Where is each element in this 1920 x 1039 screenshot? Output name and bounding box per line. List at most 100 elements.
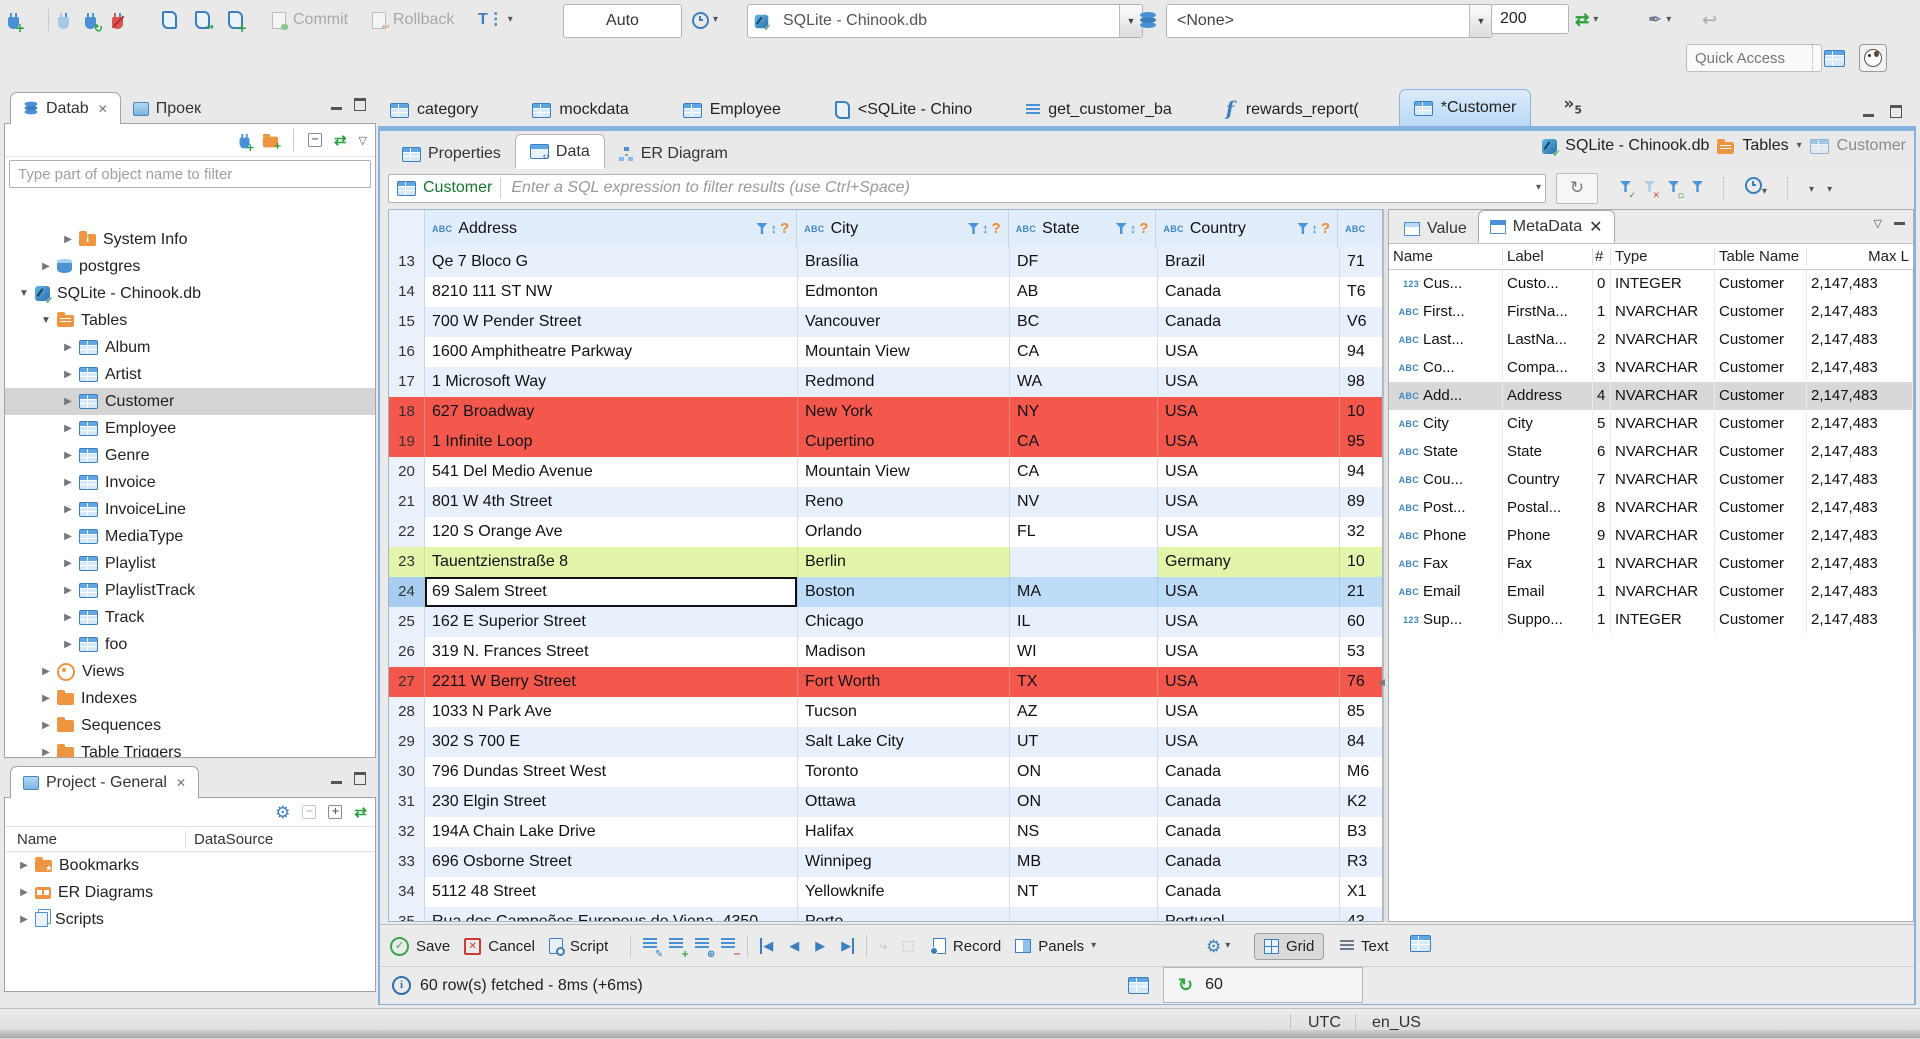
tree-expander-icon[interactable] [61,234,75,245]
cell-address[interactable]: 801 W 4th Street [425,487,798,517]
cell-city[interactable]: New York [798,397,1010,427]
view-settings-button[interactable]: ⚙ ▾ [1206,938,1230,955]
cell-city[interactable]: Porto [798,907,1010,921]
cell-partial[interactable]: 84 [1340,727,1382,757]
fetch-next-button[interactable]: ▾ [1827,179,1832,197]
cell-country[interactable]: USA [1158,487,1340,517]
grid-row[interactable]: 35 Rua dos Campeões Europeus de Viena, 4… [389,907,1382,921]
breadcrumb-container[interactable]: Tables [1742,137,1788,155]
tree-item[interactable]: Playlist [5,550,375,577]
cell-address[interactable]: 700 W Pender Street [425,307,798,337]
tree-expander-icon[interactable] [17,914,31,925]
column-header-datasource[interactable]: DataSource [186,831,273,848]
metadata-row[interactable]: ABC Post... Postal... 8 NVARCHAR Customer… [1389,494,1913,522]
tree-expander-icon[interactable] [61,342,75,353]
fetch-size-input[interactable] [1491,4,1569,34]
apply-filter-icon[interactable]: ✓ [1620,179,1636,201]
previous-row-icon[interactable]: ◀ [789,938,799,954]
cell-address[interactable]: 69 Salem Street [425,577,798,607]
reconnect-icon[interactable] [85,12,103,34]
cell-address[interactable]: 319 N. Frances Street [425,637,798,667]
tab-metadata[interactable]: MetaData ✕ [1477,210,1615,243]
grid-row[interactable]: 31 230 Elgin Street Ottawa ON Canada K2 [389,787,1382,817]
row-number-cell[interactable]: 33 [389,847,425,877]
commit-mode-combo[interactable]: Auto [563,4,682,38]
grid-row[interactable]: 24 69 Salem Street Boston MA USA 21 [389,577,1382,607]
cell-state[interactable]: NV [1010,487,1158,517]
row-number-cell[interactable]: 31 [389,787,425,817]
metadata-row[interactable]: ABC Last... LastNa... 2 NVARCHAR Customer… [1389,326,1913,354]
remove-filter-icon[interactable]: ✕ [1644,179,1660,201]
grid-row[interactable]: 26 319 N. Frances Street Madison WI USA … [389,637,1382,667]
maximize-icon[interactable] [354,98,366,111]
expand-all-icon[interactable] [328,805,343,819]
row-number-cell[interactable]: 14 [389,277,425,307]
cell-address[interactable]: 541 Del Medio Avenue [425,457,798,487]
cell-country[interactable]: Germany [1158,547,1340,577]
tree-expander-icon[interactable] [61,639,75,650]
filter-icon[interactable] [1297,223,1309,234]
metadata-row[interactable]: ABC Co... Compa... 3 NVARCHAR Customer 2,… [1389,354,1913,382]
tree-item[interactable]: SQLite - Chinook.db [5,280,375,307]
tree-expander-icon[interactable] [17,288,31,299]
refresh-button[interactable]: ↻ [1556,172,1598,204]
tree-expander-icon[interactable] [61,477,75,488]
cell-state[interactable]: UT [1010,727,1158,757]
object-filter-input[interactable] [9,160,371,188]
cell-state[interactable]: CA [1010,457,1158,487]
tree-item[interactable]: Artist [5,361,375,388]
sql-format-button[interactable]: ✒ ▾ [1648,4,1671,36]
tree-expander-icon[interactable] [39,666,53,677]
cell-city[interactable]: Edmonton [798,277,1010,307]
cell-city[interactable]: Toronto [798,757,1010,787]
tree-expander-icon[interactable] [39,720,53,731]
column-header-city[interactable]: ABC City ↕? [797,210,1009,247]
grid-row[interactable]: 13 Qe 7 Bloco G Brasília DF Brazil 71 [389,247,1382,277]
tree-expander-icon[interactable] [61,423,75,434]
metadata-row[interactable]: 123 Sup... Suppo... 1 INTEGER Customer 2,… [1389,606,1913,634]
view-menu-icon[interactable]: ▽ [359,134,367,147]
cell-address[interactable]: Rua dos Campeões Europeus de Viena, 4350 [425,907,798,921]
collapse-all-icon[interactable] [302,805,317,819]
cell-partial[interactable]: 94 [1340,457,1382,487]
tab-data[interactable]: Data [514,134,605,169]
md-column-type[interactable]: Type [1611,248,1715,265]
grid-row[interactable]: 14 8210 111 ST NW Edmonton AB Canada T6 [389,277,1382,307]
editor-tab[interactable]: Employee [669,94,795,126]
tree-item[interactable]: postgres [5,253,375,280]
tree-expander-icon[interactable] [61,612,75,623]
cell-partial[interactable]: 85 [1340,697,1382,727]
row-number-cell[interactable]: 21 [389,487,425,517]
cell-partial[interactable]: T6 [1340,277,1382,307]
maximize-icon[interactable] [1890,105,1902,118]
cell-address[interactable]: 1 Microsoft Way [425,367,798,397]
breadcrumb-entity[interactable]: Customer [1837,137,1906,155]
maximize-icon[interactable] [354,772,366,785]
grid-row[interactable]: 25 162 E Superior Street Chicago IL USA … [389,607,1382,637]
cell-country[interactable]: USA [1158,667,1340,697]
cell-city[interactable]: Salt Lake City [798,727,1010,757]
cell-state[interactable]: CA [1010,337,1158,367]
tree-item[interactable]: foo [5,631,375,658]
save-filter-icon[interactable]: ▫ [1668,179,1684,201]
cell-partial[interactable]: 89 [1340,487,1382,517]
connection-dropdown-arrow[interactable]: ▼ [1119,5,1142,37]
tree-expander-icon[interactable] [39,315,53,326]
filter-icon[interactable] [968,223,980,234]
record-button[interactable]: Record [929,938,1001,955]
cell-address[interactable]: 1600 Amphitheatre Parkway [425,337,798,367]
custom-filter-icon[interactable] [1692,179,1703,197]
cell-partial[interactable]: K2 [1340,787,1382,817]
tree-expander-icon[interactable] [61,450,75,461]
settings-gear-icon[interactable]: ⚙ [275,804,290,821]
cell-country[interactable]: USA [1158,397,1340,427]
row-number-cell[interactable]: 29 [389,727,425,757]
cell-state[interactable]: ON [1010,787,1158,817]
cell-city[interactable]: Halifax [798,817,1010,847]
editor-tab[interactable]: rewards_report( [1212,94,1373,126]
row-number-cell[interactable]: 15 [389,307,425,337]
row-number-cell[interactable]: 34 [389,877,425,907]
cell-address[interactable]: Tauentzienstraße 8 [425,547,798,577]
new-folder-icon[interactable]: + [262,133,282,150]
cell-partial[interactable]: 53 [1340,637,1382,667]
